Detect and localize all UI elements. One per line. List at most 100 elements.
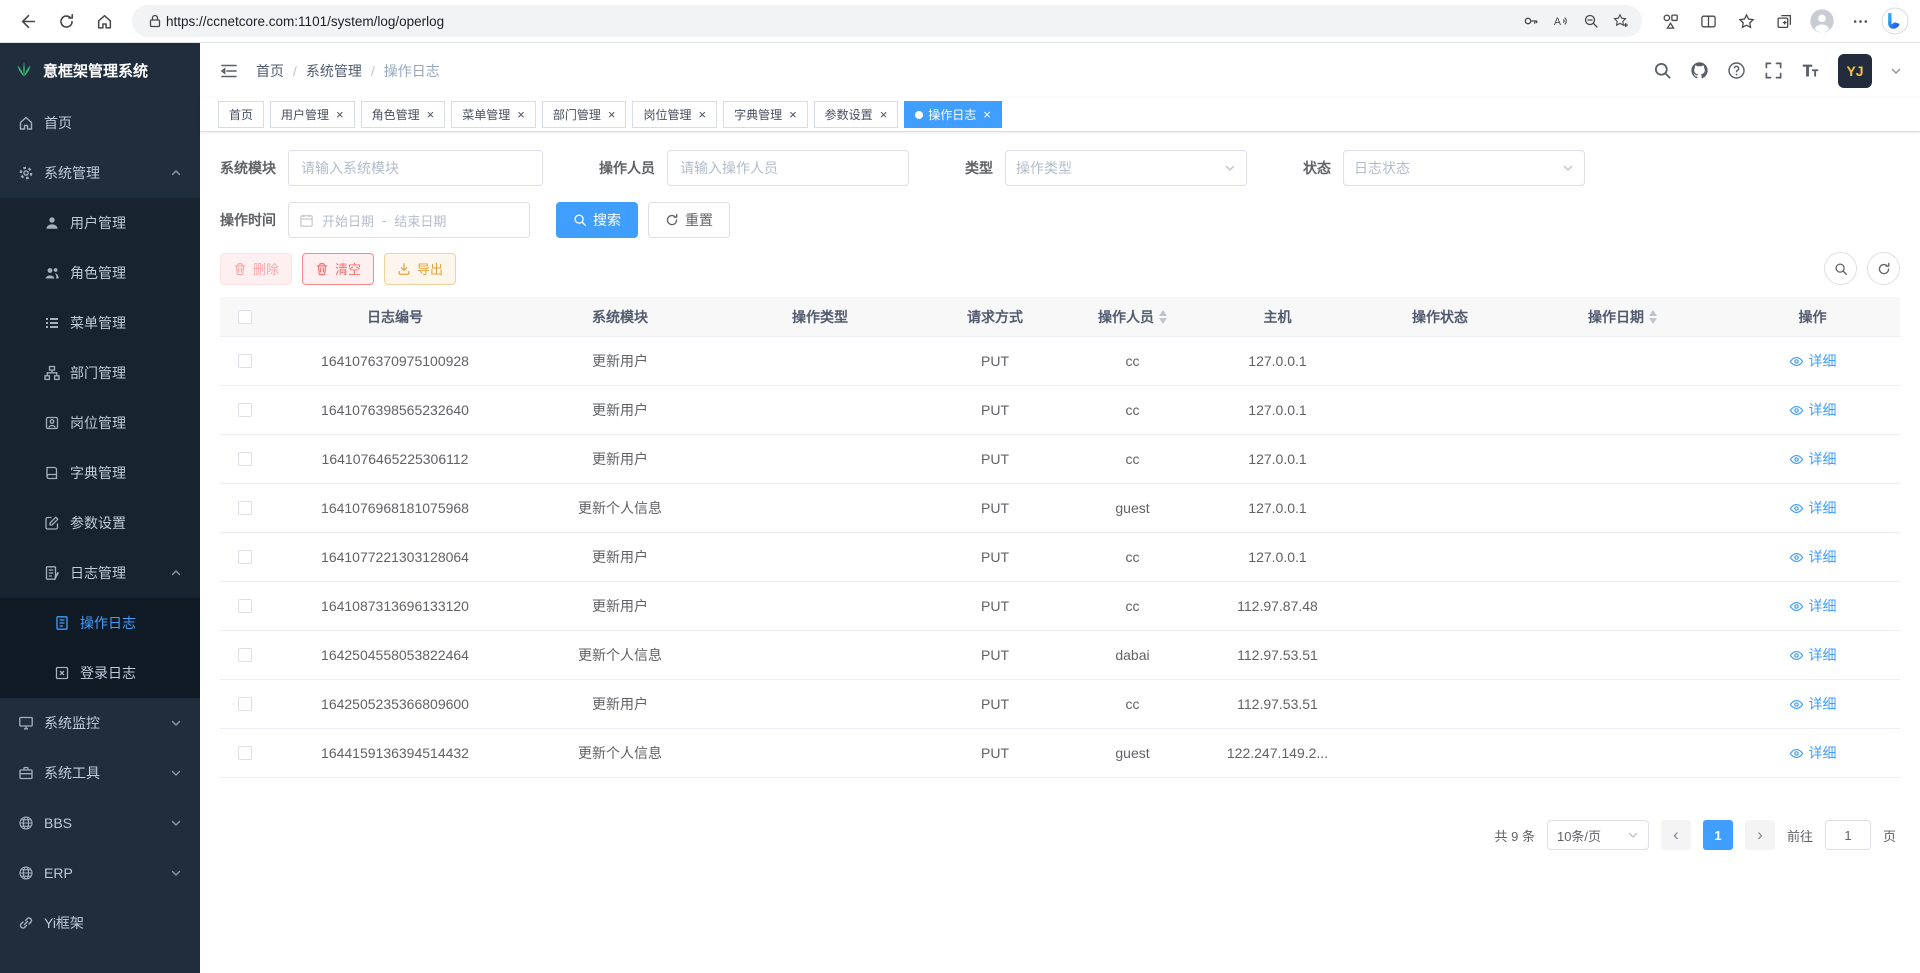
detail-link[interactable]: 详细 — [1789, 449, 1837, 469]
close-tab-icon[interactable]: × — [336, 108, 344, 121]
prev-page-button[interactable]: ‹ — [1661, 820, 1691, 850]
url-text[interactable]: https://ccnetcore.com:1101/system/log/op… — [166, 14, 1516, 29]
row-checkbox[interactable] — [238, 403, 252, 417]
close-tab-icon[interactable]: × — [880, 108, 888, 121]
detail-link[interactable]: 详细 — [1789, 498, 1837, 518]
sidebar-item-dict-mgmt[interactable]: 字典管理 — [0, 448, 200, 498]
table-row[interactable]: 1641077221303128064更新用户PUTcc127.0.0.1详细 — [220, 533, 1900, 582]
user-avatar[interactable]: YJ — [1838, 54, 1872, 88]
sidebar-item-log-mgmt[interactable]: 日志管理 — [0, 548, 200, 598]
sidebar-toggle-icon[interactable] — [218, 60, 240, 82]
browser-refresh-button[interactable] — [48, 4, 84, 38]
page-number-button[interactable]: 1 — [1703, 820, 1733, 850]
table-row[interactable]: 1641087313696133120更新用户PUTcc112.97.87.48… — [220, 582, 1900, 631]
sidebar-item-param-settings[interactable]: 参数设置 — [0, 498, 200, 548]
sidebar-item-dept-mgmt[interactable]: 部门管理 — [0, 348, 200, 398]
refresh-table-button[interactable] — [1867, 252, 1900, 285]
row-checkbox[interactable] — [238, 746, 252, 760]
close-tab-icon[interactable]: × — [789, 108, 797, 121]
table-row[interactable]: 1641076370975100928更新用户PUTcc127.0.0.1详细 — [220, 337, 1900, 386]
table-row[interactable]: 1641076968181075968更新个人信息PUTguest127.0.0… — [220, 484, 1900, 533]
sidebar-item-system-mgmt[interactable]: 系统管理 — [0, 148, 200, 198]
browser-profile-button[interactable] — [1804, 4, 1840, 38]
user-menu-caret-icon[interactable] — [1890, 65, 1902, 77]
row-checkbox[interactable] — [238, 550, 252, 564]
collections-button[interactable] — [1766, 4, 1802, 38]
goto-page-input[interactable] — [1825, 820, 1871, 850]
tab-5[interactable]: 岗位管理× — [632, 101, 717, 128]
table-row[interactable]: 1641076465225306112更新用户PUTcc127.0.0.1详细 — [220, 435, 1900, 484]
toggle-search-button[interactable] — [1824, 252, 1857, 285]
next-page-button[interactable]: › — [1745, 820, 1775, 850]
table-row[interactable]: 1641076398565232640更新用户PUTcc127.0.0.1详细 — [220, 386, 1900, 435]
browser-more-button[interactable] — [1842, 4, 1878, 38]
detail-link[interactable]: 详细 — [1789, 351, 1837, 371]
sort-icon[interactable] — [1649, 310, 1657, 324]
tab-4[interactable]: 部门管理× — [542, 101, 627, 128]
breadcrumb-item[interactable]: 系统管理 — [306, 61, 362, 81]
password-icon[interactable] — [1516, 7, 1546, 35]
bing-button[interactable] — [1880, 6, 1910, 36]
row-checkbox[interactable] — [238, 697, 252, 711]
date-range-picker[interactable]: 开始日期 - 结束日期 — [288, 202, 530, 238]
row-checkbox[interactable] — [238, 354, 252, 368]
split-screen-button[interactable] — [1690, 4, 1726, 38]
row-checkbox[interactable] — [238, 501, 252, 515]
delete-button[interactable]: 删除 — [220, 253, 292, 285]
detail-link[interactable]: 详细 — [1789, 547, 1837, 567]
zoom-out-icon[interactable] — [1576, 7, 1606, 35]
select-all-checkbox[interactable] — [238, 310, 252, 324]
browser-home-button[interactable] — [86, 4, 122, 38]
close-tab-icon[interactable]: × — [698, 108, 706, 121]
close-tab-icon[interactable]: × — [983, 108, 991, 121]
sidebar-item-bbs[interactable]: BBS — [0, 798, 200, 848]
github-icon[interactable] — [1690, 61, 1709, 80]
operator-input[interactable] — [667, 150, 909, 186]
detail-link[interactable]: 详细 — [1789, 743, 1837, 763]
font-size-icon[interactable] — [1801, 61, 1820, 80]
read-aloud-icon[interactable]: A — [1546, 7, 1576, 35]
sort-icon[interactable] — [1159, 310, 1167, 324]
header-search-icon[interactable] — [1653, 61, 1672, 80]
reset-button[interactable]: 重置 — [648, 202, 730, 238]
close-tab-icon[interactable]: × — [517, 108, 525, 121]
type-select[interactable]: 操作类型 — [1005, 150, 1247, 186]
browser-back-button[interactable] — [10, 4, 46, 38]
clear-button[interactable]: 清空 — [302, 253, 374, 285]
tab-8[interactable]: 操作日志× — [904, 101, 1002, 128]
status-select[interactable]: 日志状态 — [1343, 150, 1585, 186]
tab-6[interactable]: 字典管理× — [723, 101, 808, 128]
breadcrumb-item[interactable]: 首页 — [256, 61, 284, 81]
sidebar-item-menu-mgmt[interactable]: 菜单管理 — [0, 298, 200, 348]
fullscreen-icon[interactable] — [1764, 61, 1783, 80]
row-checkbox[interactable] — [238, 648, 252, 662]
tab-7[interactable]: 参数设置× — [814, 101, 899, 128]
tab-2[interactable]: 角色管理× — [361, 101, 446, 128]
page-size-select[interactable]: 10条/页 — [1547, 820, 1649, 850]
sidebar-item-post-mgmt[interactable]: 岗位管理 — [0, 398, 200, 448]
tab-3[interactable]: 菜单管理× — [451, 101, 536, 128]
sidebar-item-user-mgmt[interactable]: 用户管理 — [0, 198, 200, 248]
module-input[interactable] — [288, 150, 543, 186]
table-row[interactable]: 1642505235366809600更新用户PUTcc112.97.53.51… — [220, 680, 1900, 729]
tab-0[interactable]: 首页 — [218, 101, 264, 128]
browser-url-bar[interactable]: https://ccnetcore.com:1101/system/log/op… — [132, 5, 1642, 37]
sidebar-item-system-tools[interactable]: 系统工具 — [0, 748, 200, 798]
tab-1[interactable]: 用户管理× — [270, 101, 355, 128]
close-tab-icon[interactable]: × — [427, 108, 435, 121]
sidebar-item-system-monitor[interactable]: 系统监控 — [0, 698, 200, 748]
table-row[interactable]: 1644159136394514432更新个人信息PUTguest122.247… — [220, 729, 1900, 778]
detail-link[interactable]: 详细 — [1789, 400, 1837, 420]
sidebar-item-login-log[interactable]: 登录日志 — [0, 648, 200, 698]
table-row[interactable]: 1642504558053822464更新个人信息PUTdabai112.97.… — [220, 631, 1900, 680]
sidebar-item-erp[interactable]: ERP — [0, 848, 200, 898]
extensions-button[interactable] — [1652, 4, 1688, 38]
favorites-button[interactable] — [1728, 4, 1764, 38]
sidebar-item-yi-framework[interactable]: Yi框架 — [0, 898, 200, 948]
row-checkbox[interactable] — [238, 599, 252, 613]
add-favorite-icon[interactable] — [1606, 7, 1636, 35]
help-icon[interactable] — [1727, 61, 1746, 80]
export-button[interactable]: 导出 — [384, 253, 456, 285]
search-button[interactable]: 搜索 — [556, 202, 638, 238]
row-checkbox[interactable] — [238, 452, 252, 466]
